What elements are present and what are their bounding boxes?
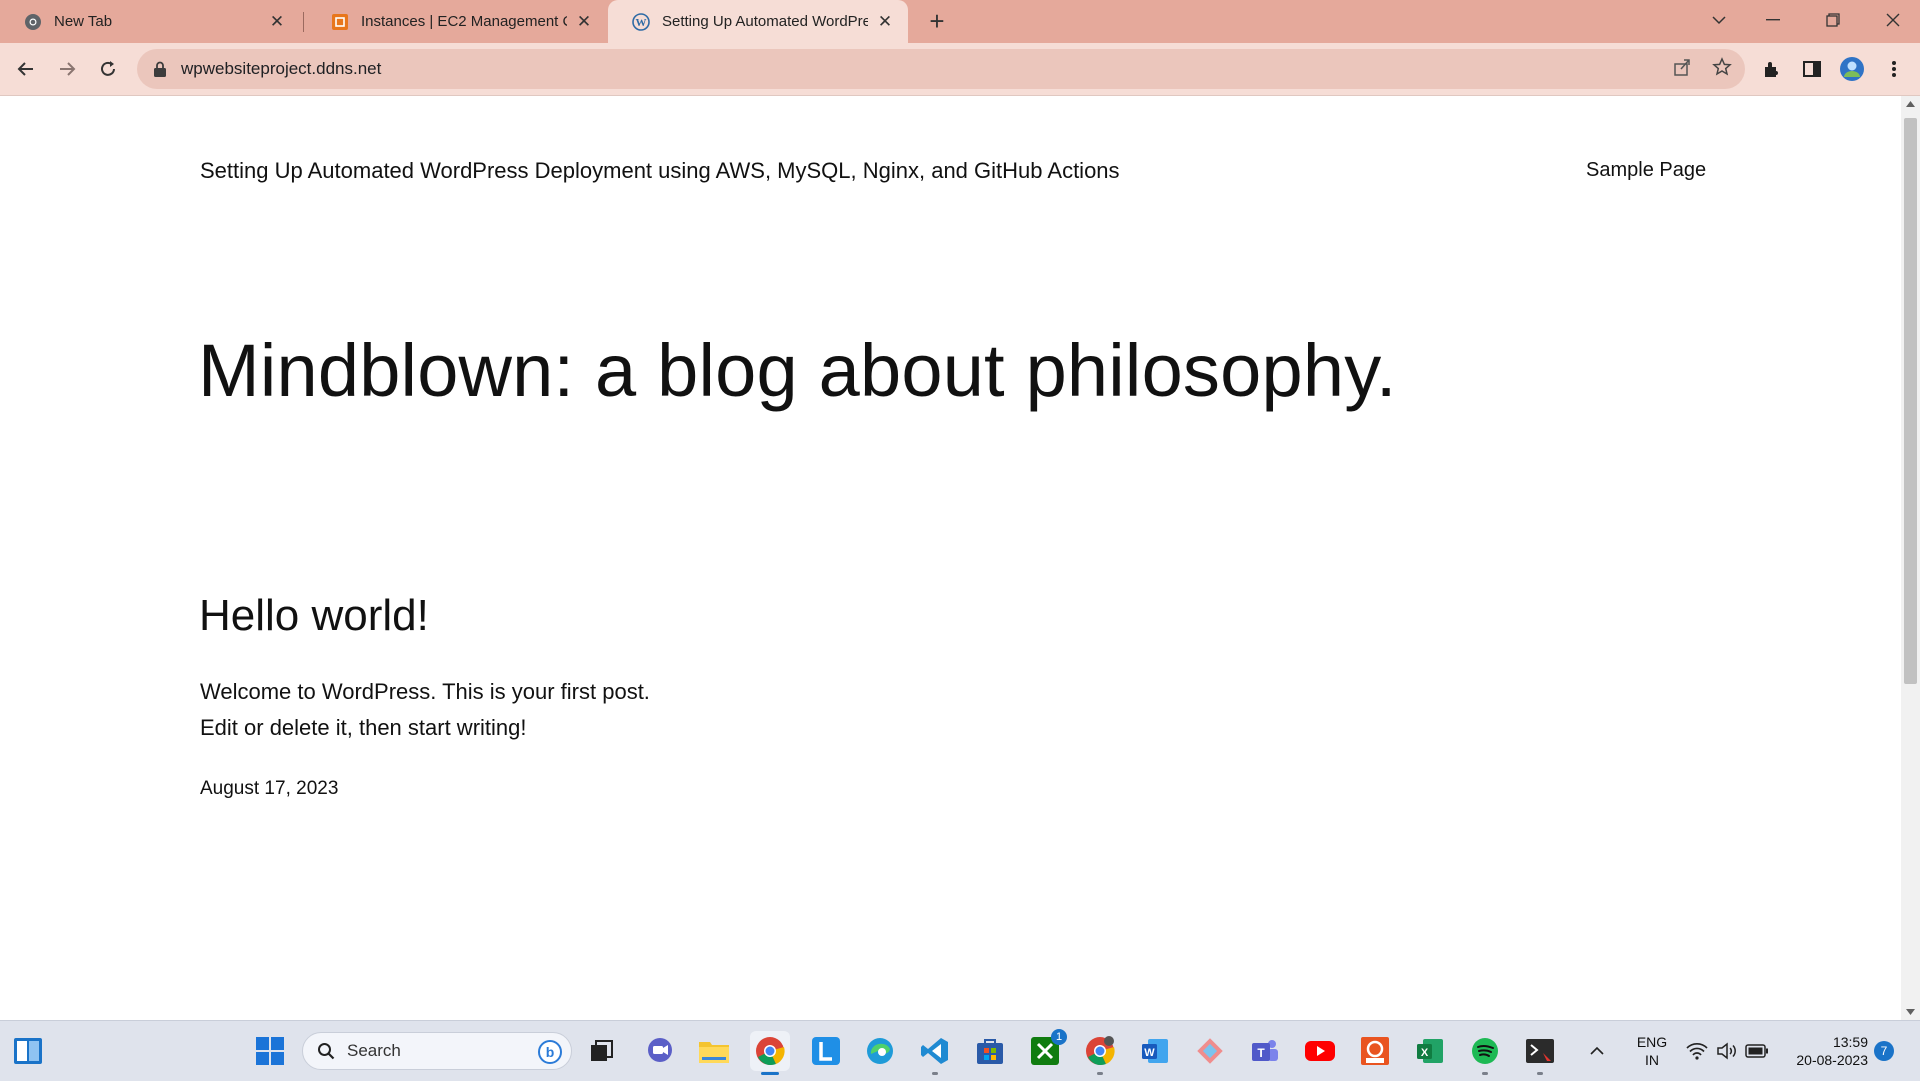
youtube-icon[interactable] [1300, 1031, 1340, 1071]
close-icon[interactable]: ✕ [876, 12, 894, 31]
running-indicator [1097, 1072, 1103, 1075]
spotify-icon[interactable] [1465, 1031, 1505, 1075]
word-icon[interactable]: W [1135, 1031, 1175, 1071]
battery-icon[interactable] [1742, 1031, 1772, 1071]
site-title-link[interactable]: Setting Up Automated WordPress Deploymen… [200, 158, 1120, 184]
close-icon[interactable]: ✕ [268, 12, 286, 31]
svg-text:W: W [636, 17, 647, 29]
chrome-icon [24, 13, 42, 31]
side-panel-icon[interactable] [1796, 53, 1828, 85]
tab-title: New Tab [54, 13, 113, 30]
more-menu-icon[interactable] [1878, 53, 1910, 85]
back-button[interactable] [10, 53, 42, 85]
page-scrollbar[interactable] [1901, 96, 1920, 1020]
tab-wordpress-site[interactable]: W Setting Up Automated WordPress Deploym… [608, 0, 908, 43]
tab-ec2-instances[interactable]: Instances | EC2 Management Console ✕ [307, 0, 607, 43]
scroll-up-icon[interactable] [1901, 96, 1920, 112]
git-icon[interactable] [1190, 1031, 1230, 1071]
chrome-profile-icon[interactable] [1080, 1031, 1120, 1075]
file-explorer-icon[interactable] [694, 1031, 734, 1071]
svg-text:X: X [1421, 1047, 1429, 1059]
region-code: IN [1645, 1052, 1659, 1068]
post-excerpt: Welcome to WordPress. This is your first… [200, 674, 650, 746]
post-excerpt-line: Edit or delete it, then start writing! [200, 715, 527, 740]
lock-icon[interactable] [151, 60, 169, 78]
share-icon[interactable] [1666, 51, 1698, 83]
bing-icon[interactable]: b [537, 1039, 563, 1065]
restore-button[interactable] [1806, 0, 1860, 40]
search-icon [317, 1042, 335, 1060]
wifi-icon[interactable] [1682, 1031, 1712, 1071]
notification-count-badge[interactable]: 7 [1874, 1041, 1894, 1061]
widgets-icon[interactable] [8, 1031, 48, 1071]
browser-toolbar: wpwebsiteproject.ddns.net [0, 43, 1920, 96]
running-indicator [932, 1072, 938, 1075]
running-indicator [1537, 1072, 1543, 1075]
clock[interactable]: 13:59 20-08-2023 [1776, 1033, 1868, 1069]
task-view-icon[interactable] [582, 1031, 622, 1071]
xbox-notification-badge: 1 [1051, 1029, 1067, 1045]
show-hidden-icons-chevron-icon[interactable] [1582, 1031, 1612, 1071]
profile-avatar[interactable] [1836, 53, 1868, 85]
tab-title: Instances | EC2 Management Console [361, 13, 567, 30]
taskbar: Search b 1 W T X ENG IN 13:59 20-08-2023… [0, 1020, 1920, 1081]
start-windows-icon[interactable] [250, 1031, 290, 1071]
page-viewport: Setting Up Automated WordPress Deploymen… [0, 96, 1901, 1020]
tab-strip: New Tab ✕ Instances | EC2 Management Con… [0, 0, 1920, 43]
aws-icon [331, 13, 349, 31]
tab-separator [303, 12, 304, 32]
vscode-icon[interactable] [915, 1031, 955, 1075]
tab-title: Setting Up Automated WordPress Deploymen… [662, 13, 868, 30]
wordpress-icon: W [632, 12, 650, 31]
edge-icon[interactable] [860, 1031, 900, 1071]
lens-l-app-icon[interactable] [806, 1031, 846, 1071]
chrome-taskbar-icon[interactable] [750, 1031, 790, 1075]
post-excerpt-line: Welcome to WordPress. This is your first… [200, 679, 650, 704]
bookmark-star-icon[interactable] [1706, 51, 1738, 83]
address-bar[interactable]: wpwebsiteproject.ddns.net [137, 49, 1745, 89]
svg-text:T: T [1257, 1046, 1265, 1060]
forward-button[interactable] [51, 53, 83, 85]
running-indicator [761, 1072, 779, 1075]
post-date[interactable]: August 17, 2023 [200, 778, 338, 800]
search-label: Search [347, 1041, 401, 1060]
url-text: wpwebsiteproject.ddns.net [181, 59, 382, 78]
scrollbar-thumb[interactable] [1904, 118, 1917, 684]
volume-icon[interactable] [1712, 1031, 1742, 1071]
minimize-button[interactable] [1746, 0, 1800, 40]
input-language-indicator[interactable]: ENG IN [1628, 1033, 1676, 1069]
post-title-link[interactable]: Hello world! [199, 594, 429, 638]
microsoft-store-icon[interactable] [970, 1031, 1010, 1071]
excel-icon[interactable]: X [1410, 1031, 1450, 1071]
xbox-icon[interactable]: 1 [1025, 1029, 1067, 1071]
svg-text:W: W [1144, 1047, 1155, 1059]
running-indicator [1482, 1072, 1488, 1075]
close-window-button[interactable] [1866, 0, 1920, 40]
site-tagline: Mindblown: a blog about philosophy. [198, 329, 1397, 412]
teams-chat-icon[interactable] [640, 1031, 680, 1071]
terminal-icon[interactable] [1520, 1031, 1560, 1075]
reload-button[interactable] [92, 53, 124, 85]
tab-new-tab[interactable]: New Tab ✕ [0, 0, 300, 43]
svg-text:b: b [546, 1044, 555, 1060]
new-tab-button[interactable]: + [922, 6, 952, 36]
ubuntu-icon[interactable] [1355, 1031, 1395, 1071]
clock-time: 13:59 [1832, 1034, 1868, 1050]
taskbar-search-box[interactable]: Search b [302, 1032, 572, 1070]
extensions-icon[interactable] [1756, 53, 1788, 85]
scroll-down-icon[interactable] [1901, 1004, 1920, 1020]
clock-date: 20-08-2023 [1796, 1052, 1868, 1068]
teams-icon[interactable]: T [1245, 1031, 1285, 1071]
language-code: ENG [1636, 1034, 1668, 1050]
nav-sample-page[interactable]: Sample Page [1586, 159, 1706, 182]
tab-search-chevron-icon[interactable] [1692, 0, 1746, 40]
close-icon[interactable]: ✕ [575, 12, 593, 31]
